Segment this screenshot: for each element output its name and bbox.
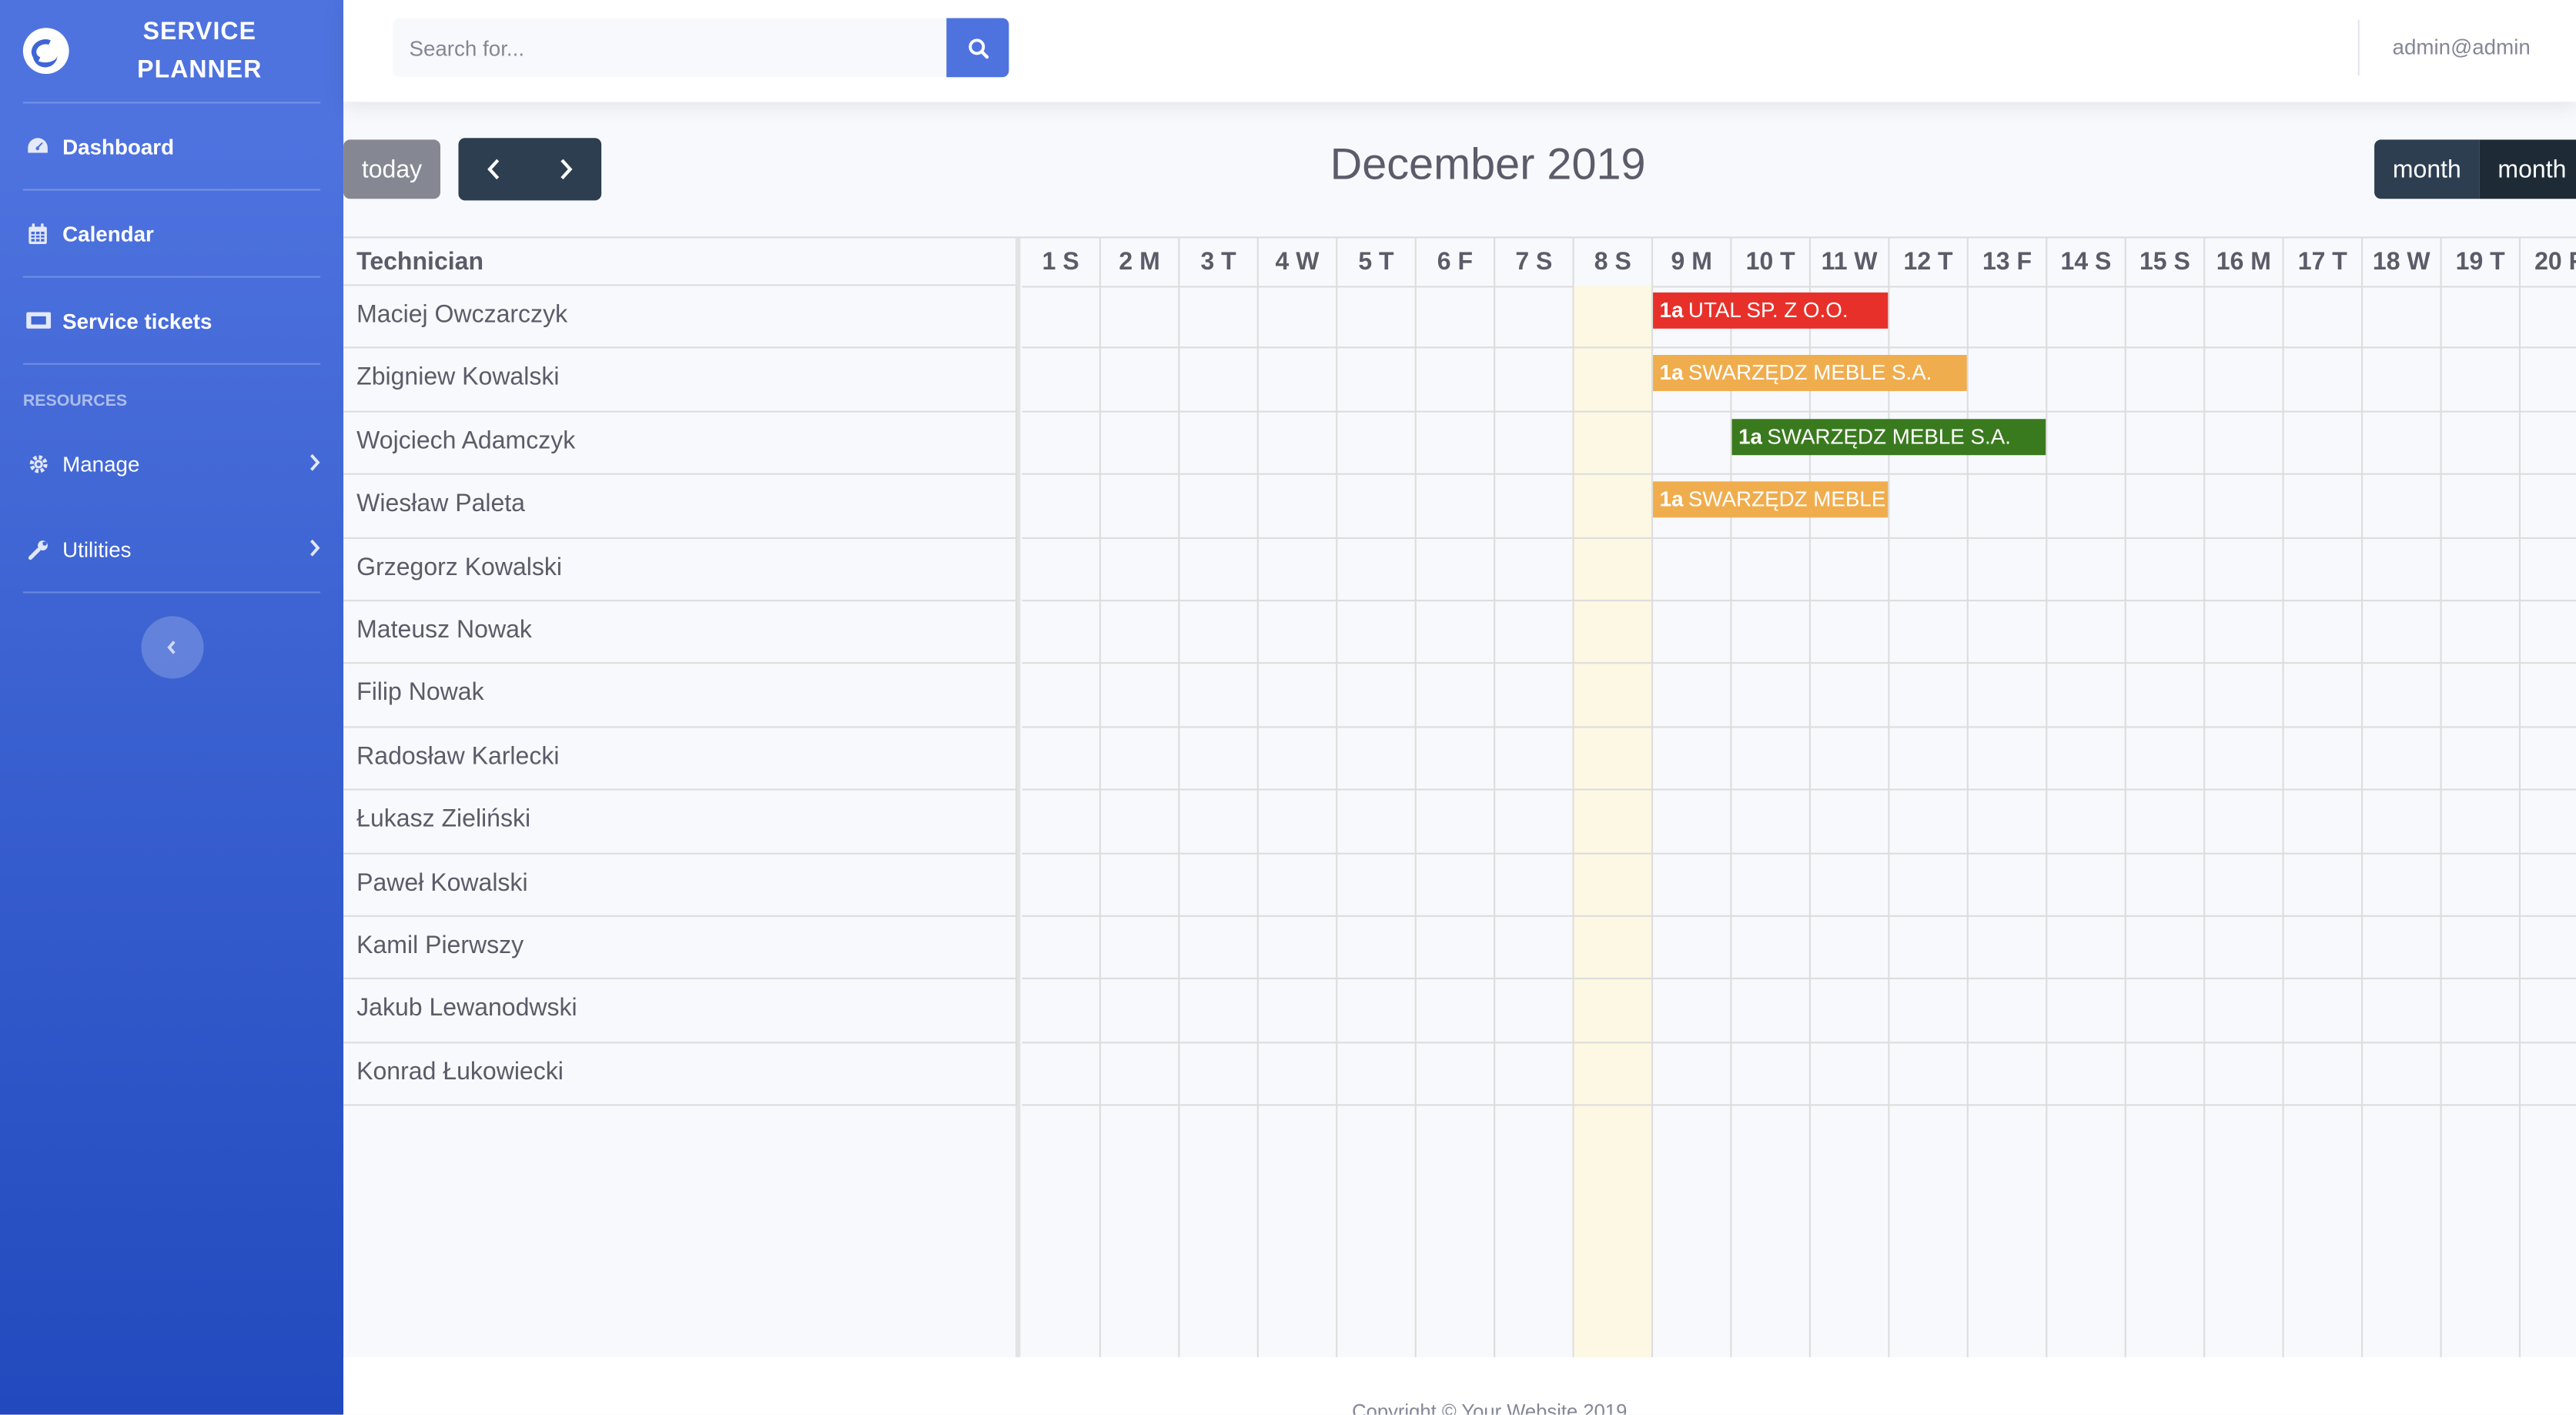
calendar-icon <box>23 222 52 245</box>
technician-row: Kamil Pierwszy <box>343 916 1018 980</box>
technician-row: Wiesław Paleta <box>343 475 1018 539</box>
day-header: 9 M <box>1653 238 1732 286</box>
day-header: 1 S <box>1022 238 1101 286</box>
technician-row: Paweł Kowalski <box>343 853 1018 917</box>
footer: Copyright © Your Website 2019 <box>343 1356 2576 1415</box>
sidebar: SERVICE PLANNER Dashboard Calendar Servi… <box>0 0 344 1415</box>
brand-line-2: PLANNER <box>137 55 263 84</box>
technician-lane[interactable] <box>1022 728 2576 791</box>
event-time: 1a <box>1738 423 1762 449</box>
technician-row: Wojciech Adamczyk <box>343 412 1018 476</box>
technician-list: Maciej Owczarczyk Zbigniew Kowalski Wojcie… <box>343 286 1018 1106</box>
service-event[interactable]: 1a SWARZĘDZ MEBLE <box>1653 481 1889 518</box>
day-header: 18 W <box>2363 238 2442 286</box>
sidebar-heading-resources: RESOURCES <box>22 393 128 411</box>
cog-icon <box>23 452 52 475</box>
chevron-left-icon <box>167 641 176 654</box>
event-title: SWARZĘDZ MEBLE <box>1688 487 1886 512</box>
service-event[interactable]: 1a SWARZĘDZ MEBLE S.A. <box>1731 418 2046 455</box>
technician-lane[interactable] <box>1022 791 2576 854</box>
technician-row: Mateusz Nowak <box>343 601 1018 664</box>
day-header: 6 F <box>1417 238 1496 286</box>
calendar-title: December 2019 <box>1330 139 1646 189</box>
technician-row: Zbigniew Kowalski <box>343 349 1018 413</box>
technician-lane[interactable] <box>1022 1043 2576 1106</box>
resource-header: Technician <box>343 238 1018 286</box>
user-menu[interactable]: admin@admin <box>2393 35 2531 59</box>
brand-name: SERVICE PLANNER <box>79 13 320 89</box>
view-month-button[interactable]: month <box>2374 139 2480 199</box>
sidebar-divider <box>22 591 321 594</box>
sidebar-item-label: Utilities <box>62 536 132 561</box>
day-header: 2 M <box>1101 238 1180 286</box>
technician-lane[interactable] <box>1022 601 2576 664</box>
day-header: 5 T <box>1337 238 1417 286</box>
service-event[interactable]: 1a SWARZĘDZ MEBLE S.A. <box>1653 355 1967 392</box>
day-header: 20 F <box>2521 238 2576 286</box>
day-header: 15 S <box>2126 238 2206 286</box>
topbar: admin@admin <box>343 0 2576 102</box>
ticket-icon <box>23 309 52 332</box>
view-month-button-active[interactable]: month <box>2479 139 2576 199</box>
day-header: 19 T <box>2442 238 2521 286</box>
event-time: 1a <box>1659 487 1684 512</box>
chevron-right-icon <box>309 450 320 477</box>
wrench-icon <box>23 537 52 560</box>
brand[interactable]: SERVICE PLANNER <box>0 0 343 102</box>
technician-row: Filip Nowak <box>343 664 1018 728</box>
sidebar-item-calendar[interactable]: Calendar <box>0 191 343 276</box>
technician-row: Radosław Karlecki <box>343 727 1018 791</box>
search-icon <box>968 38 989 59</box>
technician-lane[interactable] <box>1022 664 2576 728</box>
technician-row: Jakub Lewanodwski <box>343 979 1018 1043</box>
technician-lane[interactable] <box>1022 917 2576 980</box>
event-lanes: 1a UTAL SP. Z O.O. 1a SWARZĘDZ MEBLE S.A. 1a… <box>1022 286 2576 1106</box>
sidebar-toggle-button[interactable] <box>140 616 203 679</box>
topbar-divider <box>2357 19 2360 76</box>
service-event[interactable]: 1a UTAL SP. Z O.O. <box>1653 292 1889 329</box>
day-header: 11 W <box>1811 238 1890 286</box>
logo-icon <box>22 28 69 75</box>
event-time: 1a <box>1659 360 1684 386</box>
sidebar-item-label: Manage <box>62 450 140 476</box>
search-input[interactable] <box>393 18 947 78</box>
event-title: SWARZĘDZ MEBLE S.A. <box>1767 423 2011 449</box>
brand-line-1: SERVICE <box>142 18 257 46</box>
day-header: 10 T <box>1732 238 1811 286</box>
day-header: 3 T <box>1179 238 1259 286</box>
search-group <box>393 18 1009 78</box>
copyright-text: Copyright © Your Website 2019 <box>1352 1400 1628 1415</box>
resource-timeline: Technician 1 S2 M3 T4 W5 T6 F7 S8 S9 M 10… <box>343 236 2576 1357</box>
technician-row: Konrad Łukowiecki <box>343 1042 1018 1106</box>
day-header-row: 1 S2 M3 T4 W5 T6 F7 S8 S9 M 10 T 11 W 12 T1… <box>1022 238 2576 288</box>
technician-lane[interactable] <box>1022 980 2576 1043</box>
technician-row: Łukasz Zieliński <box>343 790 1018 854</box>
sidebar-item-manage[interactable]: Manage <box>0 420 343 506</box>
sidebar-item-label: Service tickets <box>62 308 212 333</box>
technician-lane[interactable] <box>1022 538 2576 602</box>
day-header: 14 S <box>2047 238 2126 286</box>
day-header: 12 T <box>1889 238 1969 286</box>
event-time: 1a <box>1659 297 1684 323</box>
event-title: SWARZĘDZ MEBLE S.A. <box>1688 360 1932 386</box>
day-header: 13 F <box>1969 238 2048 286</box>
event-title: UTAL SP. Z O.O. <box>1688 297 1848 323</box>
day-header: 7 S <box>1495 238 1574 286</box>
sidebar-item-label: Calendar <box>62 221 154 246</box>
chevron-right-icon <box>309 536 320 562</box>
sidebar-item-utilities[interactable]: Utilities <box>0 506 343 591</box>
technician-row: Grzegorz Kowalski <box>343 538 1018 602</box>
sidebar-item-service-tickets[interactable]: Service tickets <box>0 278 343 363</box>
day-header: 4 W <box>1259 238 1338 286</box>
technician-row: Maciej Owczarczyk <box>343 286 1018 350</box>
day-header: 17 T <box>2284 238 2364 286</box>
technician-lane[interactable] <box>1022 854 2576 917</box>
day-header: 8 S <box>1574 238 1654 286</box>
search-button[interactable] <box>946 18 1009 78</box>
day-header: 16 M <box>2205 238 2284 286</box>
